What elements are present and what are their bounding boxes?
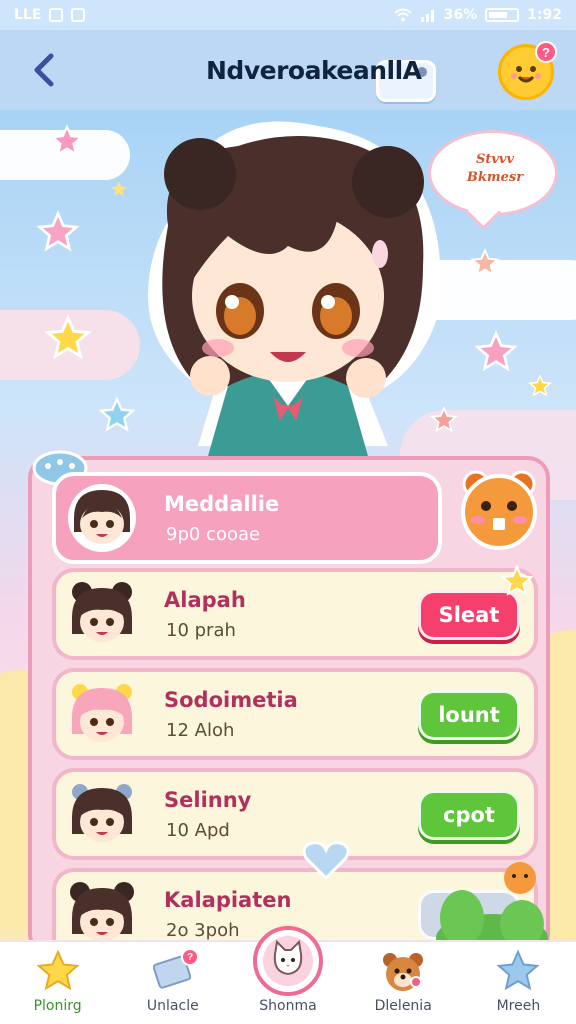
status-left: LLE — [14, 7, 86, 23]
nav-item-unlock[interactable]: ? Unlacle — [115, 942, 230, 1024]
clock: 1:92 — [527, 7, 562, 23]
page-title: NdveroakeanllA — [206, 55, 422, 85]
list-item[interactable]: Sodoimetia 12 Aloh lount — [52, 668, 538, 760]
pink-star-icon — [474, 330, 518, 372]
pink-star-icon — [470, 248, 500, 277]
signal-icon — [420, 10, 434, 22]
cat-icon — [263, 936, 313, 986]
player-score: 9p0 cooae — [166, 524, 261, 545]
bottom-navigation: Plonirg ? Unlacle Shonma Dlelenia Mreeh — [0, 926, 576, 1024]
nav-label: Dlelenia — [374, 998, 432, 1014]
list-item[interactable]: Selinny 10 Apd cpot — [52, 768, 538, 860]
player-name: Kalapiaten — [164, 888, 292, 912]
list-item-featured[interactable]: Meddallie 9p0 cooae — [52, 472, 442, 564]
speech-line-2: Bkmesr — [466, 170, 524, 185]
star-icon — [36, 949, 80, 991]
wifi-icon — [393, 8, 412, 22]
app-notification-icon — [71, 8, 86, 22]
pink-star-icon — [36, 210, 80, 252]
player-name: Sodoimetia — [164, 688, 298, 712]
blue-star-icon — [496, 949, 540, 991]
yellow-star-icon — [500, 564, 534, 596]
nav-item-match[interactable]: Mreeh — [461, 942, 576, 1024]
player-score: 2o 3poh — [166, 920, 240, 941]
count-button[interactable]: lount — [418, 690, 520, 740]
player-avatar — [68, 484, 136, 552]
carrier-label: LLE — [14, 7, 42, 23]
app-header: NdveroakeanllA ? — [0, 30, 576, 110]
player-avatar — [72, 582, 132, 642]
speech-bubble-text: Stvvv Bkmesr — [443, 151, 547, 187]
player-score: 10 prah — [166, 620, 236, 641]
yellow-star-icon — [44, 314, 92, 360]
cpot-button[interactable]: cpot — [418, 790, 520, 840]
battery-percent: 36% — [443, 7, 478, 23]
player-name: Meddallie — [164, 492, 280, 516]
player-score: 10 Apd — [166, 820, 230, 841]
home-center-button[interactable] — [253, 926, 323, 996]
nav-label: Shonma — [259, 998, 317, 1014]
page-title-container: NdveroakeanllA — [196, 50, 436, 102]
dog-icon — [383, 953, 424, 991]
notification-dot — [409, 976, 422, 988]
nav-item-dollar[interactable]: Dlelenia — [346, 942, 461, 1024]
nav-label: Mreeh — [496, 998, 541, 1014]
profile-avatar-button[interactable]: ? — [498, 41, 557, 100]
status-bar: LLE 36% 1:92 — [0, 0, 576, 30]
player-score: 12 Aloh — [166, 720, 235, 741]
nav-label: Plonirg — [33, 998, 82, 1014]
speech-line-1: Stvvv — [475, 152, 515, 167]
player-name: Alapah — [164, 588, 246, 612]
nav-item-playing[interactable]: Plonirg — [0, 942, 115, 1024]
player-avatar — [72, 784, 132, 842]
nav-label: Unlacle — [146, 998, 199, 1014]
list-item[interactable]: Alapah 10 prah Sleat — [52, 568, 538, 660]
nav-item-home[interactable]: Shonma — [230, 926, 345, 1024]
heart-icon — [302, 841, 350, 880]
hamster-mascot-icon — [461, 470, 537, 550]
notification-icon — [49, 8, 64, 22]
status-right: 36% 1:92 — [393, 7, 562, 23]
back-button[interactable] — [22, 48, 66, 92]
notification-badge: ? — [181, 948, 200, 966]
chevron-left-icon — [34, 53, 54, 87]
player-avatar — [72, 684, 132, 742]
notification-badge: ? — [535, 41, 557, 63]
chibi-girl-illustration — [148, 121, 441, 456]
pink-star-icon — [50, 124, 84, 156]
battery-icon — [485, 8, 520, 22]
yellow-star-icon — [528, 374, 552, 397]
leaderboard-panel: Meddallie 9p0 cooae Alapah 10 prah Sleat — [28, 450, 550, 960]
player-name: Selinny — [164, 788, 252, 812]
